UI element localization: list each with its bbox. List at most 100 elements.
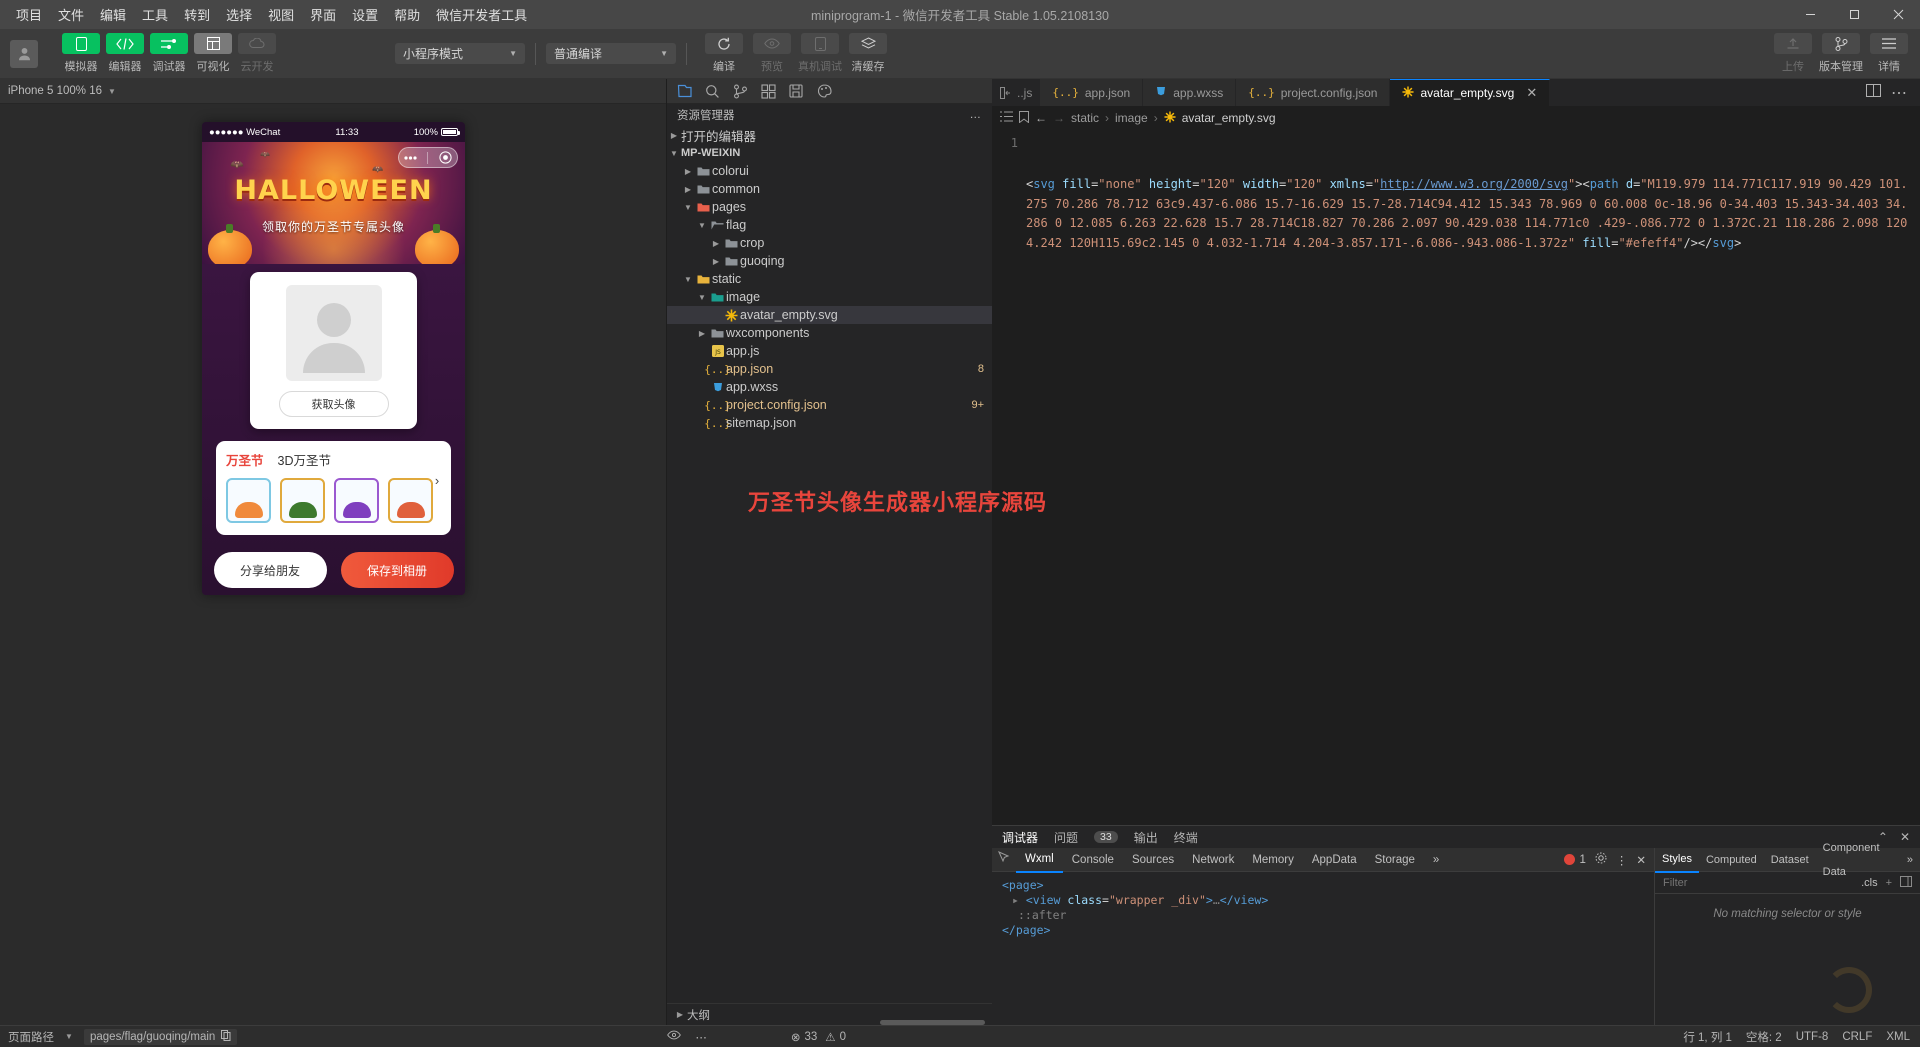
editor-tab-app-wxss[interactable]: app.wxss (1143, 79, 1236, 106)
nav-back-button[interactable]: ← (1035, 111, 1047, 125)
menu-item-interface[interactable]: 界面 (302, 1, 344, 28)
tree-item-app-wxss[interactable]: app.wxss (667, 378, 992, 396)
sidebar-toggle-icon[interactable] (1900, 876, 1912, 890)
devtools-tab-network[interactable]: Network (1183, 848, 1243, 872)
search-icon[interactable] (699, 79, 725, 104)
compile-select[interactable]: 普通编译 ▼ (546, 43, 676, 64)
version-control-button[interactable]: 版本管理 (1822, 33, 1860, 74)
cursor-position[interactable]: 行 1, 列 1 (1683, 1029, 1732, 1045)
wechat-capsule[interactable] (398, 147, 458, 168)
chevron-down-icon[interactable]: ▼ (62, 1032, 76, 1041)
tree-item-wxcomponents[interactable]: ▶ wxcomponents (667, 324, 992, 342)
details-button[interactable]: 详情 (1870, 33, 1908, 74)
tab-overflow-left[interactable]: ..js (992, 79, 1040, 106)
styles-tabs-overflow[interactable]: » (1900, 848, 1920, 872)
error-status[interactable]: ⊗ 33 (791, 1030, 817, 1044)
panel-tab-terminal[interactable]: 终端 (1174, 829, 1198, 846)
breadcrumb-item-file[interactable]: avatar_empty.svg (1182, 111, 1276, 125)
devtools-tab-memory[interactable]: Memory (1243, 848, 1303, 872)
devtools-tab-wxml[interactable]: Wxml (1016, 847, 1063, 873)
extensions-icon[interactable] (755, 79, 781, 104)
close-icon[interactable] (1876, 0, 1920, 29)
wxml-tree[interactable]: <page> ▸ <view class="wrapper _div">…</v… (992, 872, 1654, 1025)
breadcrumb-item-static[interactable]: static (1071, 111, 1099, 125)
indentation-setting[interactable]: 空格: 2 (1746, 1029, 1782, 1045)
tree-item-colorui[interactable]: ▶ colorui (667, 162, 992, 180)
editor-tab-avatar-empty-svg[interactable]: avatar_empty.svg ✕ (1390, 79, 1550, 106)
template-item[interactable] (226, 478, 271, 523)
split-editor-icon[interactable] (1866, 84, 1881, 102)
panel-tab-debugger[interactable]: 调试器 (1002, 829, 1038, 846)
tree-item-guoqing[interactable]: ▶ guoqing (667, 252, 992, 270)
tree-item-app-json[interactable]: {..} app.json 8 (667, 360, 992, 378)
menu-item-view[interactable]: 视图 (260, 1, 302, 28)
source-control-icon[interactable] (727, 79, 753, 104)
panel-tab-output[interactable]: 输出 (1134, 829, 1158, 846)
toggle-editor[interactable]: 编辑器 (106, 33, 144, 74)
clear-cache-button[interactable]: 清缓存 (849, 33, 887, 74)
tree-item-avatar-empty-svg[interactable]: avatar_empty.svg (667, 306, 992, 324)
files-icon[interactable] (671, 79, 697, 104)
maximize-icon[interactable] (1832, 0, 1876, 29)
toggle-cloud[interactable]: 云开发 (238, 33, 276, 74)
tree-item-flag[interactable]: ▼ flag (667, 216, 992, 234)
minimize-icon[interactable] (1788, 0, 1832, 29)
eol-setting[interactable]: CRLF (1842, 1031, 1872, 1043)
preview-button[interactable]: 预览 (753, 33, 791, 74)
toggle-visualization[interactable]: 可视化 (194, 33, 232, 74)
tree-item-static[interactable]: ▼ static (667, 270, 992, 288)
menu-item-goto[interactable]: 转到 (176, 1, 218, 28)
upload-button[interactable]: 上传 (1774, 33, 1812, 74)
paint-icon[interactable] (811, 79, 837, 104)
template-item[interactable] (280, 478, 325, 523)
editor-tab-project-config-json[interactable]: {..} project.config.json (1236, 79, 1390, 106)
tree-item-project-config-json[interactable]: {..} project.config.json 9+ (667, 396, 992, 414)
compile-button[interactable]: 编译 (705, 33, 743, 74)
close-icon[interactable]: ✕ (1526, 85, 1537, 101)
menu-item-select[interactable]: 选择 (218, 1, 260, 28)
template-list[interactable] (226, 478, 441, 523)
settings-icon[interactable] (1595, 852, 1607, 867)
bookmark-icon[interactable] (1019, 111, 1029, 126)
menu-item-settings[interactable]: 设置 (344, 1, 386, 28)
share-button[interactable]: 分享给朋友 (214, 552, 327, 588)
more-icon[interactable]: … (970, 109, 983, 121)
save-icon[interactable] (783, 79, 809, 104)
page-path-chip[interactable]: pages/flag/guoqing/main (84, 1029, 237, 1045)
tree-item-app-js[interactable]: JS app.js (667, 342, 992, 360)
filter-input[interactable] (1663, 877, 1853, 889)
toggle-debugger[interactable]: 调试器 (150, 33, 188, 74)
template-item[interactable] (334, 478, 379, 523)
close-icon[interactable]: ✕ (1636, 853, 1646, 867)
tree-project-root[interactable]: ▼ MP-WEIXIN (667, 144, 992, 162)
breadcrumb-item-image[interactable]: image (1115, 111, 1148, 125)
devtools-tab-sources[interactable]: Sources (1123, 848, 1183, 872)
more-icon[interactable]: ⋯ (1891, 83, 1908, 103)
encoding-setting[interactable]: UTF-8 (1796, 1031, 1829, 1043)
menu-item-help[interactable]: 帮助 (386, 1, 428, 28)
devtools-tab-storage[interactable]: Storage (1366, 848, 1424, 872)
code-content[interactable]: <svg fill="none" height="120" width="120… (1026, 130, 1920, 825)
editor-tab-app-json[interactable]: {..} app.json (1040, 79, 1143, 106)
tree-item-pages[interactable]: ▼ pages (667, 198, 992, 216)
inspect-element-icon[interactable] (992, 848, 1016, 872)
menu-item-edit[interactable]: 编辑 (92, 1, 134, 28)
more-icon[interactable]: ⋯ (695, 1030, 707, 1044)
styles-tab-dataset[interactable]: Dataset (1764, 848, 1816, 872)
code-editor[interactable]: 1 <svg fill="none" height="120" width="1… (992, 130, 1920, 825)
devtools-tabs-overflow[interactable]: » (1424, 848, 1448, 872)
nav-forward-button[interactable]: → (1053, 111, 1065, 125)
menu-item-project[interactable]: 项目 (8, 1, 50, 28)
close-icon[interactable]: ✕ (1900, 830, 1910, 844)
devtools-tab-console[interactable]: Console (1063, 848, 1123, 872)
menu-item-devtools[interactable]: 微信开发者工具 (428, 1, 535, 28)
language-mode[interactable]: XML (1886, 1031, 1910, 1043)
template-tab-3d-halloween[interactable]: 3D万圣节 (278, 450, 331, 469)
tree-open-editors[interactable]: ▶ 打开的编辑器 (667, 126, 992, 144)
warning-status[interactable]: ⚠ 0 (825, 1030, 846, 1044)
tree-item-sitemap-json[interactable]: {..} sitemap.json (667, 414, 992, 432)
styles-tab-styles[interactable]: Styles (1655, 847, 1699, 873)
real-device-debug-button[interactable]: 真机调试 (801, 33, 839, 74)
add-rule-button[interactable]: + (1886, 877, 1892, 889)
horizontal-scrollbar[interactable] (880, 1020, 985, 1025)
